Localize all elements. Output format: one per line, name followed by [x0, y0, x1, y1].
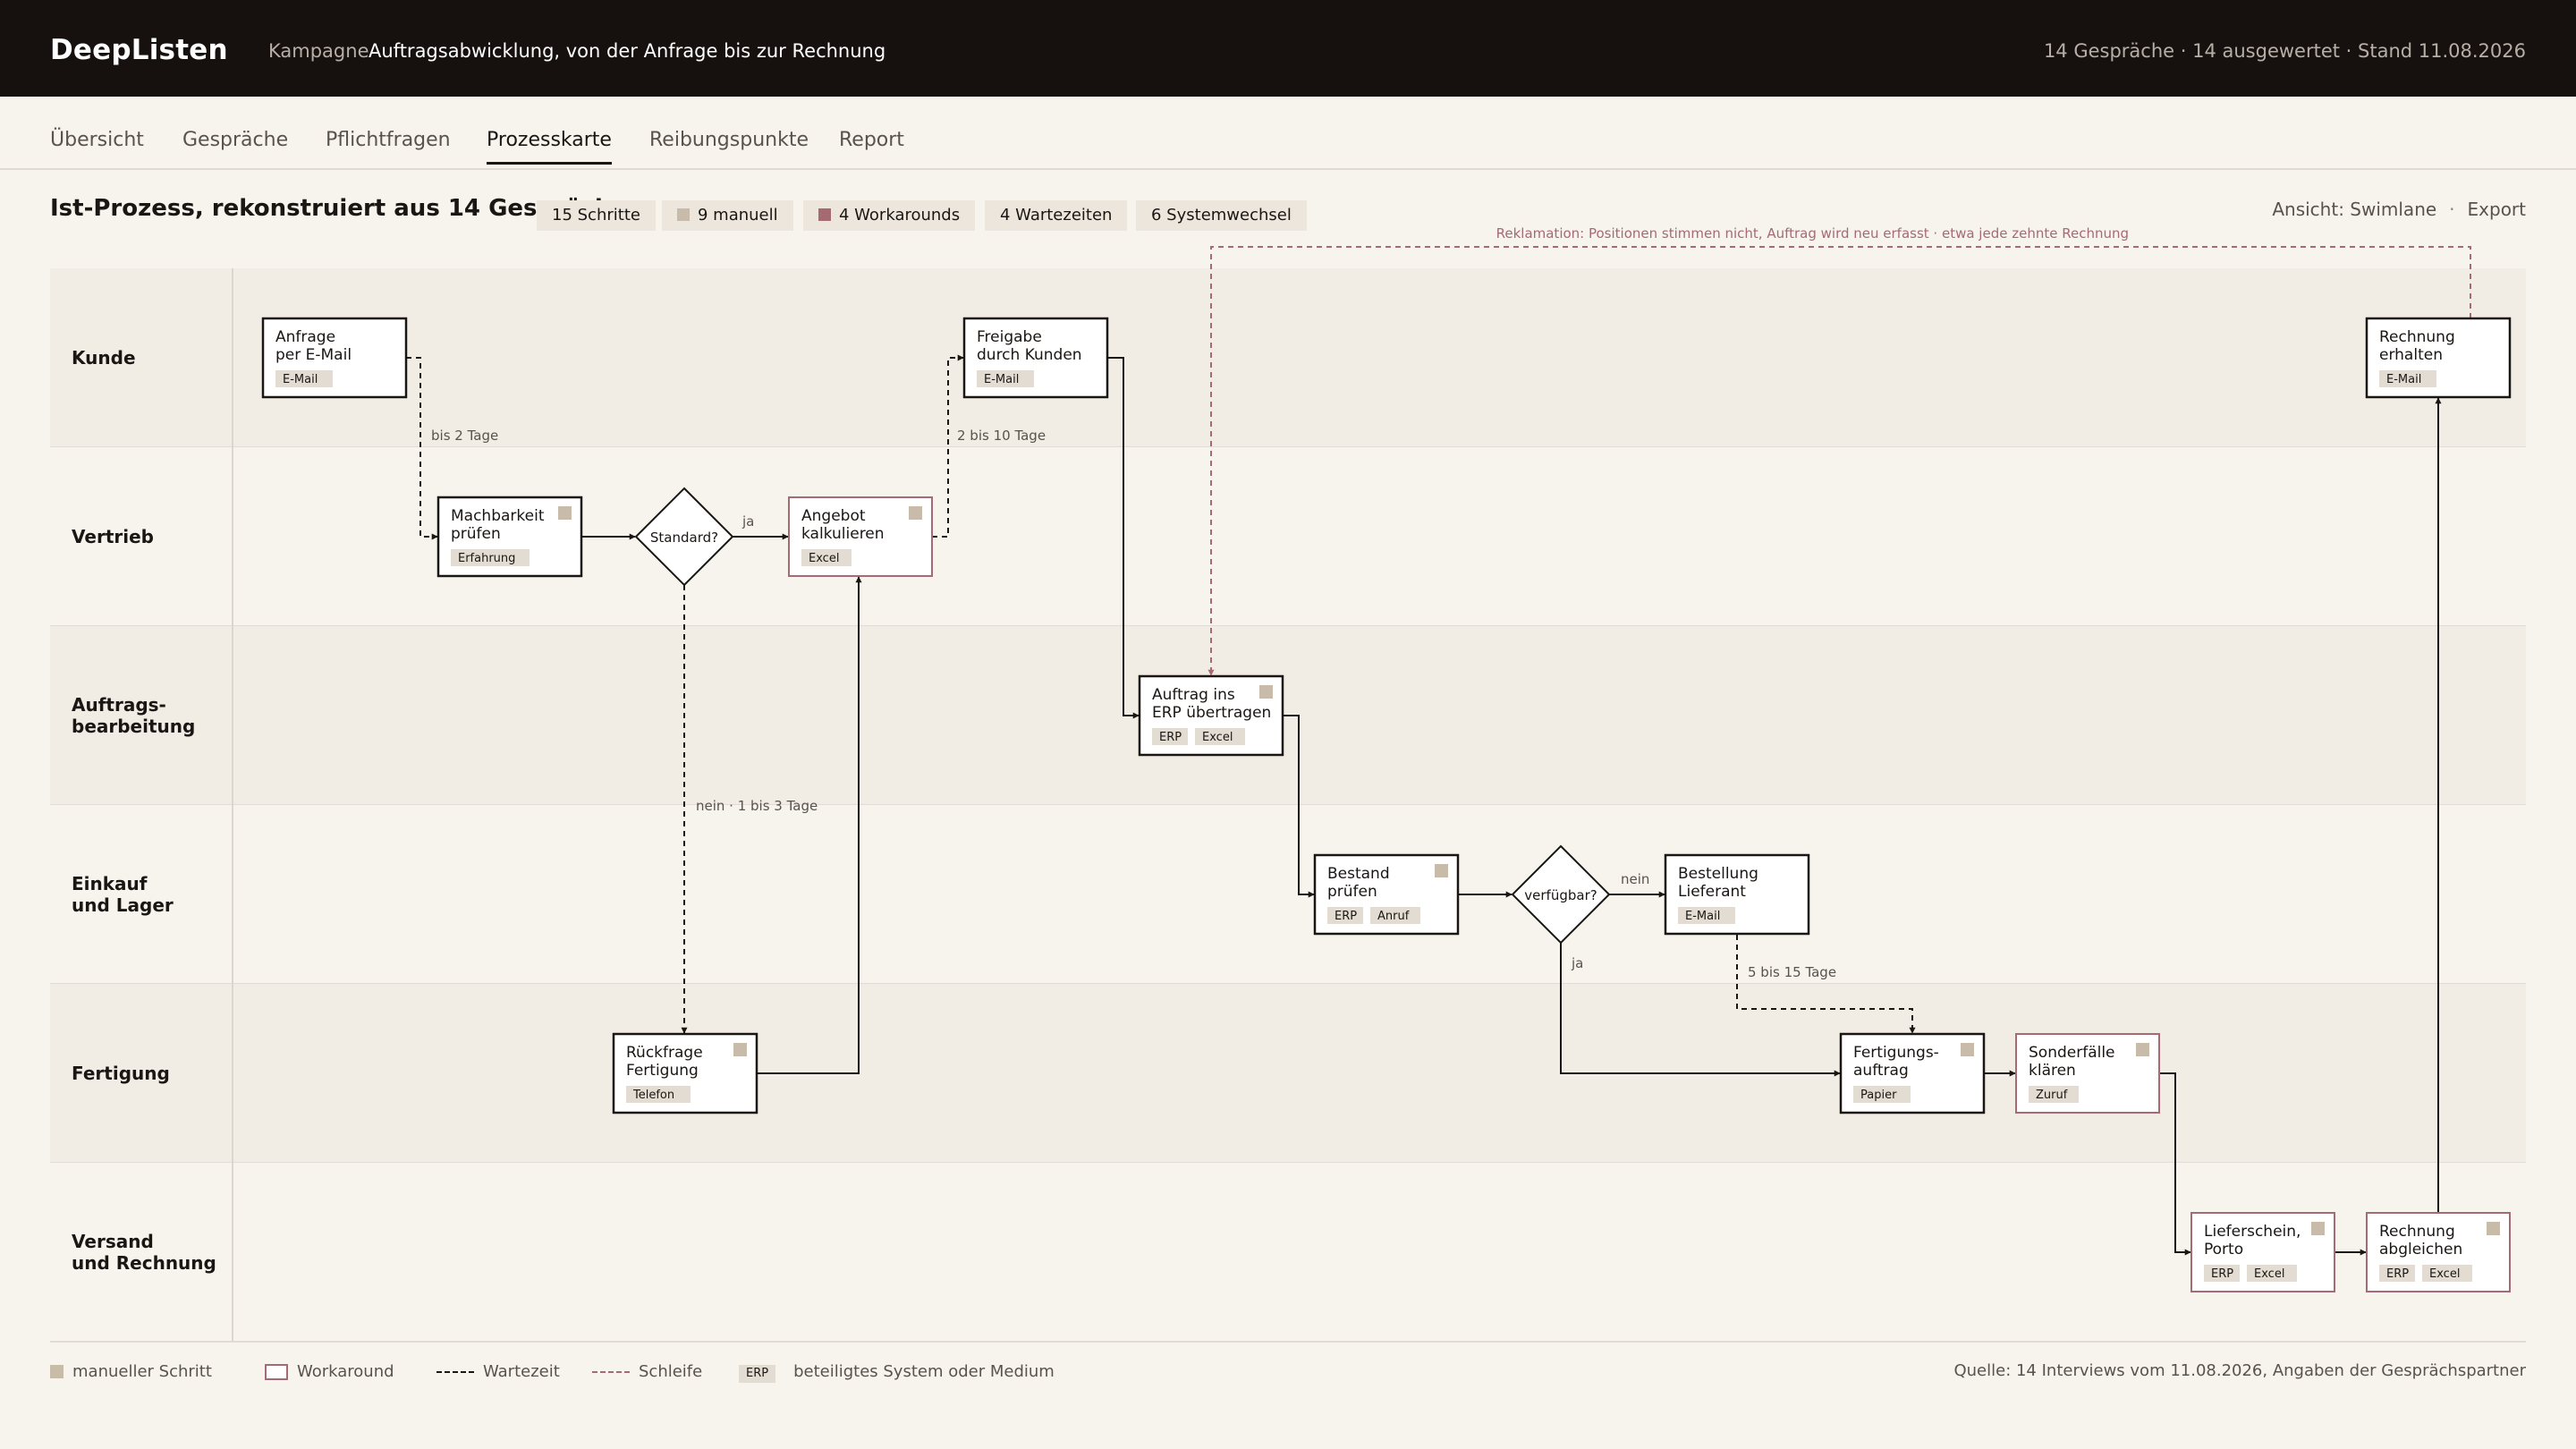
process-step-rechnung[interactable]: Rechnungerhalten E-Mail: [2365, 317, 2512, 399]
system-tag-label: ERP: [2386, 1267, 2409, 1281]
loop-line-icon: [592, 1371, 630, 1373]
edge-label: bis 2 Tage: [431, 428, 498, 444]
step-label: per E-Mail: [275, 346, 352, 364]
system-tag-label: ERP: [2211, 1267, 2233, 1281]
step-label: Lieferant: [1678, 883, 1746, 901]
process-step-abgleich[interactable]: Rechnungabgleichen ERP Excel: [2366, 1212, 2511, 1292]
manual-marker-icon: [1961, 1043, 1974, 1056]
step-label: Auftrag ins: [1152, 686, 1235, 704]
lane-label: Kunde: [72, 347, 136, 369]
step-label: Angebot: [801, 507, 866, 525]
step-label: Bestand: [1327, 865, 1390, 883]
system-tag-label: E-Mail: [283, 373, 318, 386]
legend-loop: Schleife: [592, 1361, 702, 1383]
edge-label: nein: [1621, 871, 1649, 887]
process-step-rueckfrage[interactable]: RückfrageFertigung Telefon: [612, 1032, 758, 1114]
process-step-lieferschein[interactable]: Lieferschein,Porto ERP Excel: [2190, 1212, 2335, 1292]
step-label: Fertigung: [626, 1062, 699, 1080]
legend-manual: manueller Schritt: [50, 1361, 212, 1383]
system-tag-label: Excel: [1202, 731, 1233, 744]
edge-label: nein · 1 bis 3 Tage: [696, 798, 818, 814]
manual-marker-icon: [909, 506, 922, 520]
step-label: Freigabe: [977, 328, 1042, 346]
process-step-angebot[interactable]: Angebotkalkulieren Excel: [788, 496, 933, 577]
step-label: Lieferschein,: [2204, 1223, 2301, 1241]
manual-marker-icon: [1259, 685, 1273, 699]
step-label: Rechnung: [2379, 1223, 2455, 1241]
manual-marker-icon: [2487, 1222, 2500, 1235]
decision-label: Standard?: [650, 530, 718, 546]
manual-marker-icon: [1435, 864, 1448, 877]
step-label: Fertigungs-: [1853, 1044, 1939, 1062]
step-label: Sonderfälle: [2029, 1044, 2115, 1062]
process-step-sonder[interactable]: Sonderfälleklären Zuruf: [2015, 1033, 2160, 1114]
process-step-fertigung[interactable]: Fertigungs-auftrag Papier: [1839, 1032, 1986, 1114]
step-label: durch Kunden: [977, 346, 1082, 364]
step-label: ERP übertragen: [1152, 704, 1271, 722]
loop-label: Reklamation: Positionen stimmen nicht, A…: [1496, 225, 2129, 242]
step-label: Rückfrage: [626, 1044, 703, 1062]
system-tag-label: Papier: [1860, 1089, 1897, 1102]
lane-label: bearbeitung: [72, 716, 195, 737]
step-label: prüfen: [1327, 883, 1377, 901]
lane-label: Einkauf: [72, 873, 148, 894]
process-step-erp[interactable]: Auftrag insERP übertragen ERP Excel: [1138, 674, 1284, 757]
source-note: Quelle: 14 Interviews vom 11.08.2026, An…: [1953, 1361, 2526, 1380]
step-label: Anfrage: [275, 328, 335, 346]
process-step-freigabe[interactable]: Freigabedurch Kunden E-Mail: [962, 317, 1109, 399]
step-label: Rechnung: [2379, 328, 2455, 346]
process-step-bestand[interactable]: Bestandprüfen ERP Anruf: [1313, 853, 1460, 936]
process-step-bestellung[interactable]: BestellungLieferant E-Mail: [1664, 853, 1810, 936]
process-step-anfrage[interactable]: Anfrageper E-Mail E-Mail: [261, 317, 408, 399]
system-tag-label: ERP: [1159, 731, 1182, 744]
system-tag-label: ERP: [1335, 910, 1357, 923]
swimlane-row: [50, 268, 2526, 447]
system-tag-label: Telefon: [632, 1089, 674, 1102]
system-tag-label: Zuruf: [2036, 1089, 2068, 1102]
step-label: abgleichen: [2379, 1241, 2462, 1258]
edge-label: 2 bis 10 Tage: [957, 428, 1046, 444]
step-label: kalkulieren: [801, 525, 885, 543]
step-label: Bestellung: [1678, 865, 1758, 883]
lane-label: und Lager: [72, 894, 174, 916]
legend-wait: Wartezeit: [436, 1361, 560, 1383]
system-tag-label: Excel: [2254, 1267, 2284, 1281]
process-step-machbarkeit[interactable]: Machbarkeitprüfen Erfahrung: [436, 496, 583, 578]
process-swimlane-diagram: Kunde Vertrieb Auftrags-bearbeitung Einkauf…: [50, 225, 2526, 1343]
step-label: Porto: [2204, 1241, 2243, 1258]
lane-label: Auftrags-: [72, 694, 166, 716]
swimlane-row: [50, 1163, 2526, 1342]
legend-workaround: Workaround: [265, 1361, 394, 1383]
lane-label: und Rechnung: [72, 1252, 216, 1274]
system-tag-label: E-Mail: [1685, 910, 1720, 923]
step-label: auftrag: [1853, 1062, 1909, 1080]
system-tag-label: Excel: [809, 552, 839, 565]
lane-label: Fertigung: [72, 1063, 170, 1084]
edge-label: ja: [1571, 955, 1583, 971]
system-tag-label: Anruf: [1377, 910, 1410, 923]
edge-label: ja: [741, 513, 754, 530]
manual-square-icon: [50, 1365, 64, 1378]
system-tag-label: Erfahrung: [458, 552, 515, 565]
manual-marker-icon: [2136, 1043, 2149, 1056]
step-label: Machbarkeit: [451, 507, 545, 525]
decision-label: verfügbar?: [1524, 887, 1597, 903]
lane-label: Vertrieb: [72, 526, 154, 547]
manual-marker-icon: [558, 506, 572, 520]
step-label: erhalten: [2379, 346, 2443, 364]
legend-system: ERP beteiligtes System oder Medium: [739, 1361, 1055, 1383]
manual-marker-icon: [733, 1043, 747, 1056]
swimlane-row: [50, 805, 2526, 984]
step-label: klären: [2029, 1062, 2076, 1080]
system-tag-label: Excel: [2429, 1267, 2460, 1281]
manual-marker-icon: [2311, 1222, 2325, 1235]
step-label: prüfen: [451, 525, 501, 543]
system-tag-label: E-Mail: [984, 373, 1019, 386]
edge-label: 5 bis 15 Tage: [1748, 964, 1836, 980]
system-tag-label: E-Mail: [2386, 373, 2421, 386]
swimlane-row: [50, 447, 2526, 626]
workaround-box-icon: [265, 1364, 288, 1380]
lane-label: Versand: [72, 1231, 154, 1252]
dashed-line-icon: [436, 1371, 474, 1373]
